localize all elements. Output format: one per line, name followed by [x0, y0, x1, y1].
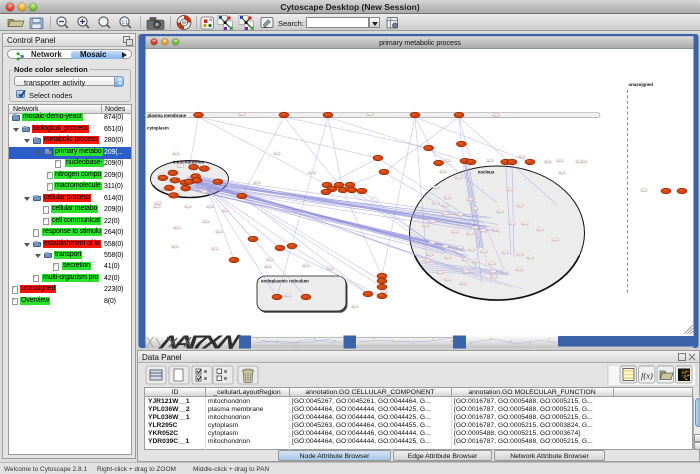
svg-text:Abc1-2: Abc1-2 — [443, 160, 451, 163]
svg-text:Abc1-2: Abc1-2 — [351, 306, 359, 309]
svg-text:Abc1-2: Abc1-2 — [264, 266, 272, 269]
svg-text:Abc1-2: Abc1-2 — [451, 231, 459, 234]
svg-text:Abc1-2: Abc1-2 — [201, 191, 209, 194]
svg-text:Abc1-2: Abc1-2 — [518, 156, 526, 159]
svg-text:Abc1-2: Abc1-2 — [480, 251, 488, 254]
svg-text:Abc1-2: Abc1-2 — [508, 223, 516, 226]
svg-text:Abc1-2: Abc1-2 — [441, 213, 449, 216]
svg-text:Abc1-2: Abc1-2 — [516, 254, 524, 257]
svg-text:endoplasmic reticulum: endoplasmic reticulum — [261, 279, 309, 284]
svg-text:Abc1-2: Abc1-2 — [488, 263, 496, 266]
svg-text:Abc1-2: Abc1-2 — [501, 271, 509, 274]
svg-text:plasma membrane: plasma membrane — [148, 113, 187, 118]
svg-text:Abc1-2: Abc1-2 — [640, 189, 648, 192]
svg-text:Abc1-2: Abc1-2 — [466, 199, 474, 202]
svg-text:Abc1-2: Abc1-2 — [501, 252, 509, 255]
svg-text:Abc1-2: Abc1-2 — [459, 283, 467, 286]
svg-text:Abc1-2: Abc1-2 — [432, 202, 440, 205]
svg-text:Abc1-2: Abc1-2 — [471, 208, 479, 211]
svg-text:nucleus: nucleus — [478, 170, 495, 175]
svg-text:Abc1-2: Abc1-2 — [153, 206, 161, 209]
svg-text:Abc1-2: Abc1-2 — [284, 295, 292, 298]
svg-text:Abc1-2: Abc1-2 — [428, 221, 436, 224]
svg-text:primary metabolic process: primary metabolic process — [379, 40, 461, 47]
svg-text:Abc1-2: Abc1-2 — [466, 233, 474, 236]
svg-text:Abc1-2: Abc1-2 — [302, 265, 310, 268]
svg-text:Abc1-2: Abc1-2 — [215, 231, 223, 234]
svg-text:Abc1-2: Abc1-2 — [326, 268, 334, 271]
svg-text:Abc1-2: Abc1-2 — [454, 177, 462, 180]
svg-text:Abc1-2: Abc1-2 — [366, 113, 374, 116]
svg-text:Abc1-2: Abc1-2 — [253, 182, 261, 185]
svg-text:Abc1-2: Abc1-2 — [496, 211, 504, 214]
svg-text:Abc1-2: Abc1-2 — [479, 230, 487, 233]
svg-text:f(x): f(x) — [641, 371, 653, 381]
svg-text:Abc1-2: Abc1-2 — [575, 161, 583, 164]
svg-text:Abc1-2: Abc1-2 — [423, 260, 431, 263]
svg-text:Abc1-2: Abc1-2 — [461, 259, 469, 262]
svg-text:Abc1-2: Abc1-2 — [439, 171, 447, 174]
svg-text:Abc1-2: Abc1-2 — [432, 187, 440, 190]
svg-text:mitochondrion: mitochondrion — [173, 160, 205, 165]
svg-text:Abc1-2: Abc1-2 — [526, 257, 534, 260]
svg-text:ΛAI7XΛ/: ΛAI7XΛ/ — [156, 332, 242, 350]
svg-text:Abc1-2: Abc1-2 — [441, 205, 449, 208]
svg-text:Abc1-2: Abc1-2 — [471, 227, 479, 230]
svg-text:Abc1-2: Abc1-2 — [492, 114, 500, 117]
svg-text:Abc1-2: Abc1-2 — [558, 172, 566, 175]
svg-text:Abc1-2: Abc1-2 — [266, 259, 274, 262]
svg-text:Abc1-2: Abc1-2 — [444, 257, 452, 260]
svg-text:Abc1-2: Abc1-2 — [444, 279, 452, 282]
svg-text:Abc1-2: Abc1-2 — [206, 206, 214, 209]
svg-text:Abc1-2: Abc1-2 — [486, 160, 494, 163]
svg-text:Abc1-2: Abc1-2 — [490, 276, 498, 279]
svg-text:Abc1-2: Abc1-2 — [489, 271, 497, 274]
svg-text:Abc1-2: Abc1-2 — [273, 153, 281, 156]
svg-text:1:1: 1:1 — [122, 20, 129, 25]
svg-text:Abc1-2: Abc1-2 — [177, 165, 185, 168]
svg-text:Abc1-2: Abc1-2 — [515, 269, 523, 272]
svg-text:Abc1-2: Abc1-2 — [536, 229, 544, 232]
svg-text:Abc1-2: Abc1-2 — [171, 246, 179, 249]
svg-text:Abc1-2: Abc1-2 — [551, 239, 559, 242]
svg-text:Abc1-2: Abc1-2 — [238, 114, 246, 117]
svg-text:Abc1-2: Abc1-2 — [308, 172, 316, 175]
svg-text:Abc1-2: Abc1-2 — [426, 254, 434, 257]
svg-text:Abc1-2: Abc1-2 — [516, 205, 524, 208]
svg-text:Abc1-2: Abc1-2 — [462, 271, 470, 274]
svg-text:Abc1-2: Abc1-2 — [172, 153, 180, 156]
svg-text:unassigned: unassigned — [629, 82, 654, 87]
svg-text:Abc1-2: Abc1-2 — [202, 221, 210, 224]
svg-text:Abc1-2: Abc1-2 — [506, 189, 514, 192]
svg-text:Abc1-2: Abc1-2 — [443, 197, 451, 200]
svg-text:Abc1-2: Abc1-2 — [456, 214, 464, 217]
svg-text:Abc1-2: Abc1-2 — [211, 248, 219, 251]
svg-text:Abc1-2: Abc1-2 — [521, 223, 529, 226]
svg-text:Abc1-2: Abc1-2 — [173, 227, 181, 230]
svg-text:Abc1-2: Abc1-2 — [221, 210, 229, 213]
svg-text:Abc1-2: Abc1-2 — [456, 247, 464, 250]
svg-text:Abc1-2: Abc1-2 — [544, 161, 552, 164]
svg-text:Abc1-2: Abc1-2 — [184, 206, 192, 209]
svg-text:Abc1-2: Abc1-2 — [491, 229, 499, 232]
svg-text:Abc1-2: Abc1-2 — [422, 225, 430, 228]
svg-text:Abc1-2: Abc1-2 — [441, 246, 449, 249]
svg-text:Abc1-2: Abc1-2 — [556, 160, 564, 163]
svg-text:cytoplasm: cytoplasm — [147, 126, 169, 131]
svg-text:Abc1-2: Abc1-2 — [472, 261, 480, 264]
svg-text:Abc1-2: Abc1-2 — [436, 272, 444, 275]
svg-text:Abc1-2: Abc1-2 — [468, 249, 476, 252]
svg-text:Abc1-2: Abc1-2 — [428, 242, 436, 245]
svg-text:Abc1-2: Abc1-2 — [154, 203, 162, 206]
